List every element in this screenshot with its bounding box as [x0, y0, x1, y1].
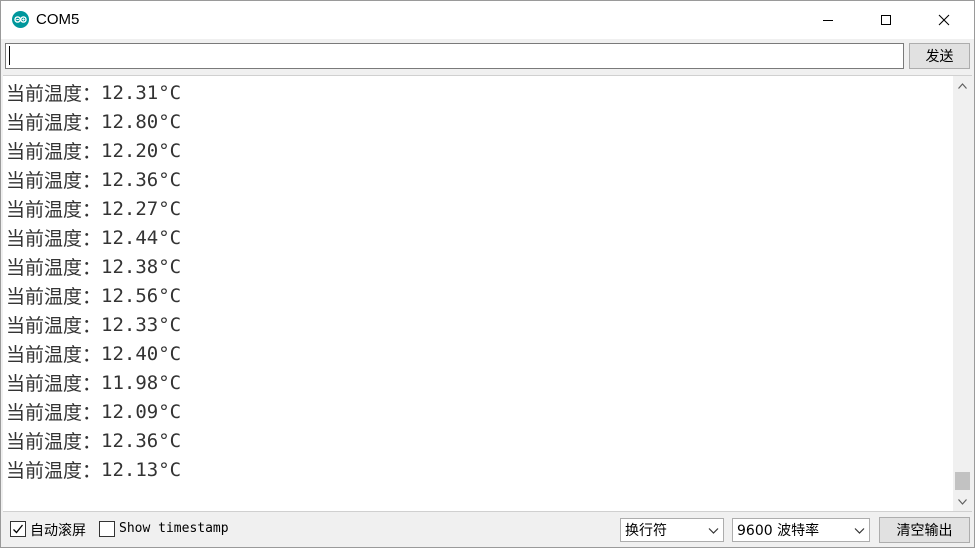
minimize-icon: [823, 20, 833, 21]
chevron-up-icon: [958, 82, 967, 89]
output-line-label: 当前温度：: [6, 315, 102, 337]
scroll-up-button[interactable]: [953, 76, 972, 95]
output-line: 当前温度： 12.27°C: [6, 194, 181, 223]
output-line-value: 12.36°C: [101, 429, 182, 452]
arduino-icon: [12, 11, 29, 28]
minimize-button[interactable]: [799, 1, 857, 39]
output-line-label: 当前温度：: [6, 141, 102, 163]
chevron-down-icon: [958, 498, 967, 505]
send-input[interactable]: [5, 43, 904, 69]
timestamp-checkbox[interactable]: [99, 521, 115, 537]
title-bar: COM5: [1, 1, 974, 39]
output-line-value: 12.20°C: [101, 139, 182, 162]
output-line-value: 11.98°C: [101, 371, 182, 394]
baud-rate-value: 9600 波特率: [737, 523, 820, 539]
output-line: 当前温度： 12.09°C: [6, 397, 181, 426]
output-line-label: 当前温度：: [6, 170, 102, 192]
output-line: 当前温度： 12.20°C: [6, 136, 181, 165]
serial-output[interactable]: 当前温度： 12.31°C 当前温度： 12.80°C 当前温度： 12.20°C 当…: [3, 75, 972, 512]
output-line-label: 当前温度：: [6, 344, 102, 366]
output-line: 当前温度： 12.33°C: [6, 310, 181, 339]
send-row: 发送: [1, 39, 974, 75]
output-line-value: 12.56°C: [101, 284, 182, 307]
output-line: 当前温度： 12.36°C: [6, 165, 181, 194]
text-caret: [9, 46, 10, 65]
output-line-value: 12.31°C: [101, 81, 182, 104]
output-line-value: 12.40°C: [101, 342, 182, 365]
send-button[interactable]: 发送: [909, 43, 970, 69]
output-line-label: 当前温度：: [6, 83, 102, 105]
output-line-label: 当前温度：: [6, 431, 102, 453]
line-ending-value: 换行符: [625, 523, 667, 539]
output-line: 当前温度： 12.40°C: [6, 339, 181, 368]
output-line-value: 12.13°C: [101, 458, 182, 481]
output-line: 当前温度： 12.38°C: [6, 252, 181, 281]
output-line: 当前温度： 12.56°C: [6, 281, 181, 310]
close-button[interactable]: [915, 1, 973, 39]
output-line-label: 当前温度：: [6, 199, 102, 221]
close-icon: [938, 14, 950, 26]
output-line: 当前温度： 12.80°C: [6, 107, 181, 136]
chevron-down-icon: [854, 528, 865, 534]
autoscroll-checkbox[interactable]: [10, 521, 26, 537]
output-line: 当前温度： 11.98°C: [6, 368, 181, 397]
autoscroll-label[interactable]: 自动滚屏: [30, 520, 86, 540]
output-line: 当前温度： 12.31°C: [6, 78, 181, 107]
maximize-icon: [881, 15, 891, 25]
baud-rate-select[interactable]: 9600 波特率: [732, 518, 870, 542]
timestamp-label[interactable]: Show timestamp: [119, 521, 229, 536]
output-line-value: 12.36°C: [101, 168, 182, 191]
output-line-label: 当前温度：: [6, 286, 102, 308]
output-line-value: 12.80°C: [101, 110, 182, 133]
serial-monitor-window: COM5 发送 当前温度： 12.31°C 当前温度： 12.80°C 当前温度： 1…: [0, 0, 975, 548]
checkmark-icon: [13, 524, 24, 534]
output-line-value: 12.38°C: [101, 255, 182, 278]
output-line-label: 当前温度：: [6, 228, 102, 250]
output-line: 当前温度： 12.44°C: [6, 223, 181, 252]
scroll-down-button[interactable]: [953, 492, 972, 511]
clear-output-button[interactable]: 清空输出: [879, 517, 970, 543]
output-line-label: 当前温度：: [6, 257, 102, 279]
output-line-label: 当前温度：: [6, 373, 102, 395]
vertical-scrollbar[interactable]: [953, 76, 972, 511]
maximize-button[interactable]: [857, 1, 915, 39]
output-line: 当前温度： 12.13°C: [6, 455, 181, 484]
output-line-label: 当前温度：: [6, 112, 102, 134]
bottom-toolbar: 自动滚屏 Show timestamp 换行符 9600 波特率 清空输出: [1, 512, 974, 547]
output-line-value: 12.09°C: [101, 400, 182, 423]
output-line-label: 当前温度：: [6, 460, 102, 482]
output-line: 当前温度： 12.36°C: [6, 426, 181, 455]
output-line-label: 当前温度：: [6, 402, 102, 424]
scroll-thumb[interactable]: [955, 472, 970, 490]
output-line-value: 12.27°C: [101, 197, 182, 220]
window-title: COM5: [36, 11, 80, 28]
line-ending-select[interactable]: 换行符: [620, 518, 724, 542]
output-line-value: 12.33°C: [101, 313, 182, 336]
output-line-value: 12.44°C: [101, 226, 182, 249]
chevron-down-icon: [708, 528, 719, 534]
